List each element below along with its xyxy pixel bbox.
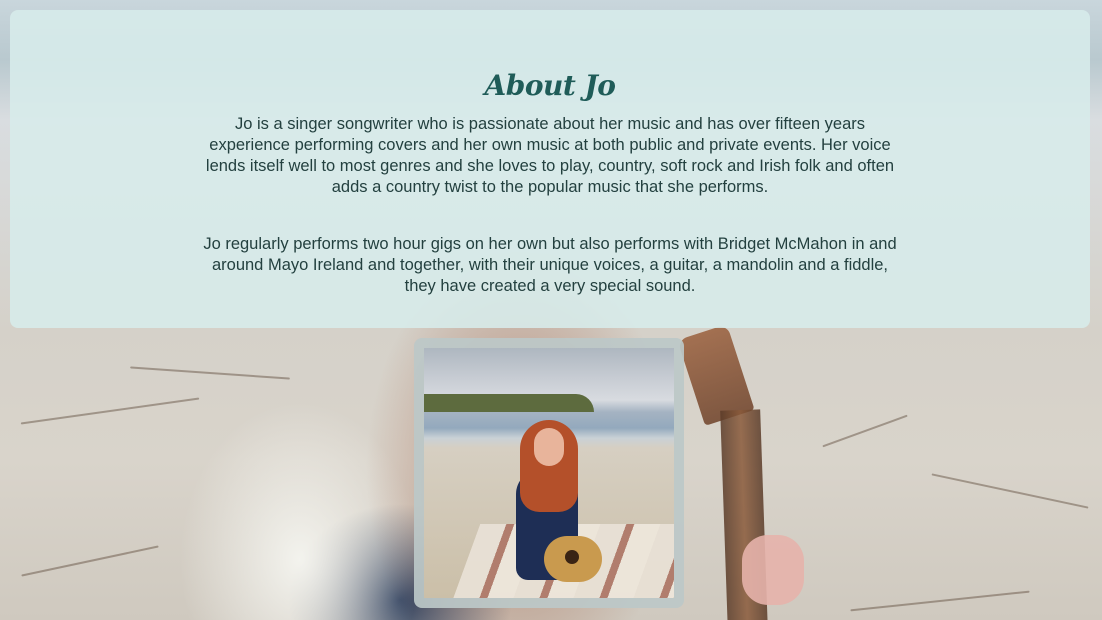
page-background: About Jo Jo is a singer songwriter who i… [0,0,1102,620]
background-seaweed-streak [130,366,290,380]
background-seaweed-streak [822,414,908,448]
background-seaweed-streak [850,590,1030,612]
about-title: About Jo [484,69,616,103]
photo-face [534,428,564,466]
jo-photo [424,348,674,598]
about-section: About Jo Jo is a singer songwriter who i… [10,10,1090,328]
photo-guitar-soundhole [565,550,579,564]
about-paragraph: Jo is a singer songwriter who is passion… [205,115,895,196]
photo-headland [424,394,594,412]
photo-frame [414,338,684,608]
background-seaweed-streak [21,545,159,577]
background-seaweed-streak [20,397,200,425]
background-hand [742,535,804,605]
background-seaweed-streak [931,473,1089,509]
about-paragraph: Jo regularly performs two hour gigs on h… [203,235,897,295]
